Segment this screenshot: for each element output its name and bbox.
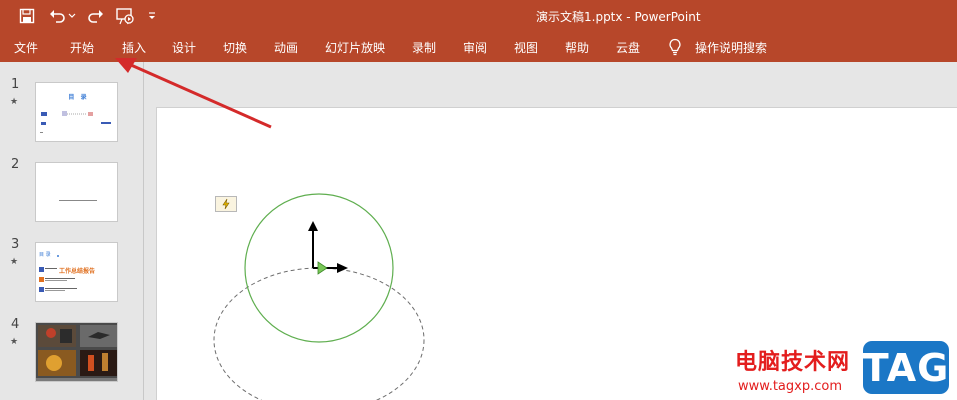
watermark-url: www.tagxp.com <box>738 379 842 394</box>
watermark-badge: TAG <box>863 341 949 394</box>
slide-shapes <box>115 58 425 400</box>
annotation-arrow <box>115 58 272 129</box>
motion-start-marker-icon[interactable] <box>317 261 328 275</box>
motion-path-ellipse[interactable] <box>213 267 425 400</box>
watermark-site-name: 电脑技术网 <box>735 349 851 375</box>
axis-arrows-icon[interactable] <box>308 221 348 273</box>
